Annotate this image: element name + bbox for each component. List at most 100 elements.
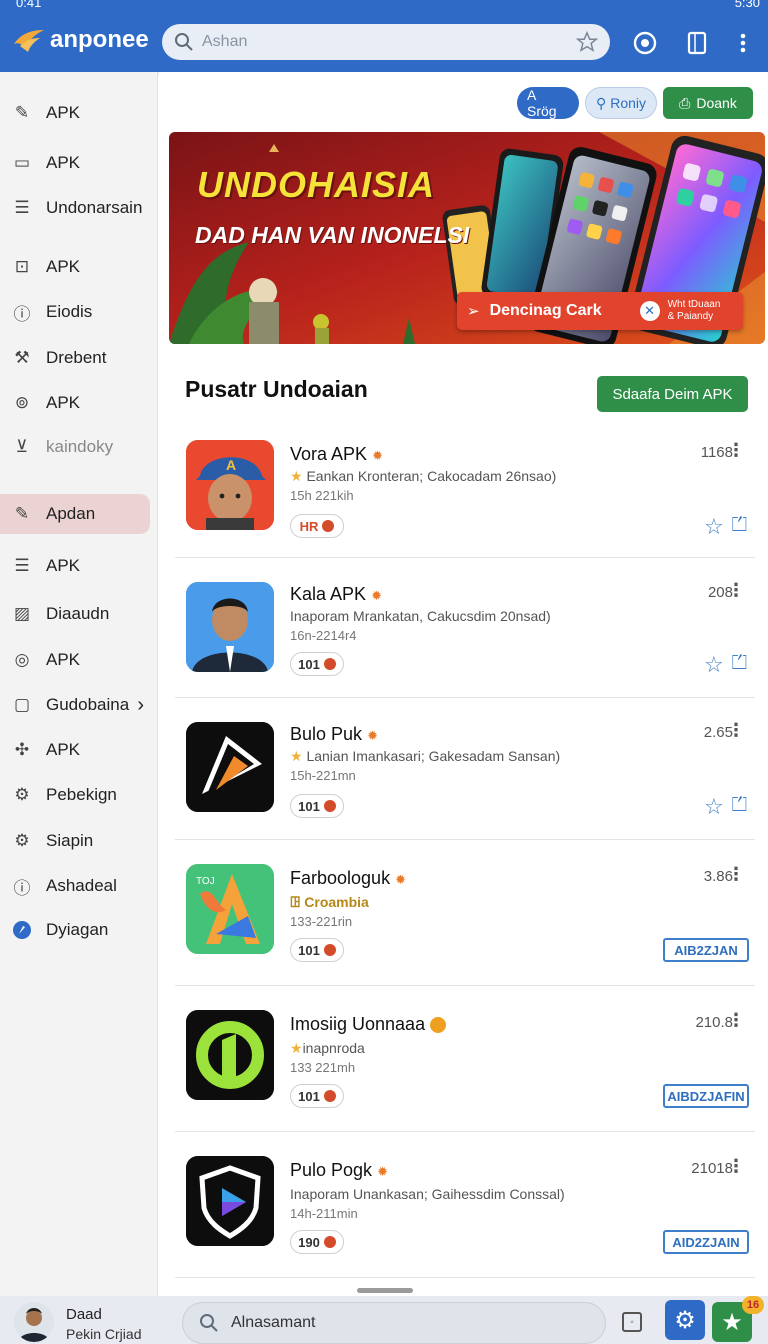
sidebar-item-apk-1[interactable]: ✎ APK (0, 93, 150, 133)
install-button[interactable]: AIBDZJAFIN (663, 1084, 749, 1108)
sidebar-item-kaindoky[interactable]: ⊻ kaindoky (0, 427, 150, 467)
search-input[interactable]: Ashan (202, 33, 576, 51)
badge-dot-icon (323, 944, 336, 956)
badge-dot-icon (323, 800, 336, 812)
app-badge-text: 101 (298, 798, 320, 814)
list-item[interactable]: Bulo Puk ✹ ★ Lanian Imankasari; Gakesada… (175, 698, 755, 840)
list-item[interactable]: Pulo Pogk ✹ Inaporam Unankasan; Gaihessd… (175, 1132, 755, 1278)
app-name: Pulo Pogk ✹ (290, 1160, 388, 1181)
list-icon: ☰ (14, 198, 30, 217)
flame-icon: ✹ (367, 728, 378, 743)
app-icon: A (186, 440, 274, 530)
settings-gear-button[interactable]: ⚙ (665, 1300, 705, 1340)
sidebar-item-apk-5[interactable]: ☰ APK (0, 546, 150, 586)
chip-roniy[interactable]: ⚲ Roniy (585, 87, 657, 119)
list-item[interactable]: Imosiig Uonnaaa ★inapnroda 133 221mh 101… (175, 986, 755, 1132)
sidebar-item-eiodis[interactable]: ⓘ Eiodis (0, 292, 150, 332)
coin-icon (430, 1017, 447, 1034)
more-vert-icon[interactable] (730, 30, 756, 56)
sidebar-item-siapin[interactable]: ⚙ Siapin (0, 821, 150, 861)
bag-icon: ⊡ (14, 257, 30, 276)
sidebar-item-diaaudn[interactable]: ▨ Diaaudn (0, 594, 150, 634)
close-circle-icon: ✕ (639, 301, 660, 321)
badge-dot-icon (323, 1236, 336, 1248)
sidebar-item-gudobaina[interactable]: ▢ Gudobaina › (0, 685, 150, 725)
sidebar-item-apdan[interactable]: ✎ Apdan (0, 494, 150, 534)
chip-download[interactable]: ⎙ Doank (663, 87, 753, 119)
more-vert-icon[interactable]: ⋮ (727, 1010, 745, 1031)
more-vert-icon[interactable]: ⋮ (727, 440, 745, 461)
banner-cta-label: Dencinag Cark (489, 302, 602, 319)
app-icon (186, 1010, 274, 1100)
calendar-icon[interactable]: ◦ (622, 1312, 642, 1332)
sidebar-item-dyiagan[interactable]: Dyiagan (0, 910, 150, 950)
tag-icon[interactable]: ⏍ (732, 652, 747, 678)
main-content: A Srög ⚲ Roniy ⎙ Doank UNDOHAISIA DAD HA… (159, 72, 768, 1296)
chip-srog[interactable]: A Srög (517, 87, 579, 119)
app-name: Farboologuk ✹ (290, 868, 406, 889)
list-item[interactable]: TOJ Farboologuk ✹ ꖸ Croambia 133-221rin … (175, 840, 755, 986)
star-outline-icon[interactable]: ☆ (704, 652, 724, 678)
app-logo[interactable]: anponee (12, 26, 149, 54)
app-date: 133-221rin (290, 914, 353, 929)
bottom-search-input[interactable]: Alnasamant (231, 1314, 316, 1332)
sidebar-item-label: Siapin (46, 831, 94, 850)
search-bar[interactable]: Ashan (162, 24, 610, 60)
download-apk-button[interactable]: Sdaafa Deim APK (597, 376, 748, 412)
list-item[interactable]: A Vora APK ✹ ★ Eankan Kronteran; Cakocad… (175, 422, 755, 558)
list-item[interactable]: Kala APK ✹ Inaporam Mrankatan, Cakucsdim… (175, 558, 755, 698)
app-badge: 101 (290, 794, 344, 818)
banner-cta-button[interactable]: ➢ Dencinag Cark ✕ Wht tDuaan & Paiandy (457, 292, 743, 330)
app-badge: 101 (290, 652, 344, 676)
more-vert-icon[interactable]: ⋮ (727, 1156, 745, 1177)
image-icon: ▨ (13, 604, 31, 623)
svg-text:A: A (226, 457, 236, 473)
more-vert-icon[interactable]: ⋮ (727, 580, 745, 601)
sidebar-item-drebent[interactable]: ⚒ Drebent (0, 338, 150, 378)
app-badge: HR (290, 514, 344, 538)
install-button[interactable]: AID2ZJAIN (663, 1230, 749, 1254)
more-vert-icon[interactable]: ⋮ (727, 864, 745, 885)
banner-side-line: & Paiandy (667, 311, 714, 322)
promo-banner[interactable]: UNDOHAISIA DAD HAN VAN INONELSI ➢ Dencin… (169, 132, 765, 344)
tablet-icon[interactable] (684, 30, 710, 56)
sidebar-item-label: APK (46, 650, 81, 669)
drag-handle[interactable] (357, 1288, 413, 1293)
install-button[interactable]: AIB2ZJAN (663, 938, 749, 962)
avatar[interactable] (14, 1302, 54, 1342)
sidebar-item-ashadeal[interactable]: ⓘ Ashadeal (0, 866, 150, 906)
app-name-text: Farboologuk (290, 868, 391, 888)
star-rating-icon: ★ (290, 748, 303, 764)
sidebar-item-apk-4[interactable]: ⊚ APK (0, 383, 150, 423)
badge-dot-icon (323, 1090, 336, 1102)
sidebar-item-label: Undonarsain (46, 198, 143, 217)
app-badge-text: HR (299, 518, 319, 534)
sidebar-item-apk-3[interactable]: ⊡ APK (0, 247, 150, 287)
folder-icon: ▢ (13, 695, 31, 714)
sidebar-item-label: Pebekign (46, 785, 117, 804)
tag-icon[interactable]: ⏍ (732, 794, 747, 820)
app-date: 15h 221kih (290, 488, 354, 503)
sidebar-item-label: APK (46, 103, 81, 122)
sidebar-item-apk-2[interactable]: ▭ APK (0, 143, 150, 183)
tag-icon[interactable]: ⏍ (732, 514, 747, 540)
app-actions: ☆ ⏍ (704, 794, 747, 820)
star-icon[interactable] (576, 31, 598, 53)
sidebar-item-apk-6[interactable]: ◎ APK (0, 640, 150, 680)
sidebar-item-apk-7[interactable]: ✣ APK (0, 730, 150, 770)
star-outline-icon[interactable]: ☆ (704, 514, 724, 540)
star-outline-icon[interactable]: ☆ (704, 794, 724, 820)
sidebar-item-pebekign[interactable]: ⚙ Pebekign (0, 775, 150, 815)
sidebar-item-label: kaindoky (46, 437, 114, 456)
app-icon (186, 722, 274, 812)
app-desc: Inaporam Unankasan; Gaihessdim Conssal) (290, 1186, 565, 1202)
sidebar-item-undonarsain[interactable]: ☰ Undonarsain (0, 188, 150, 228)
bottom-search-bar[interactable]: Alnasamant (182, 1302, 606, 1344)
chevron-right-icon: › (137, 693, 144, 716)
camera-icon[interactable] (632, 30, 658, 56)
star-rating-icon: ★ (290, 468, 303, 484)
app-name-text: Vora APK (290, 444, 368, 464)
more-vert-icon[interactable]: ⋮ (727, 720, 745, 741)
banner-title: UNDOHAISIA (197, 164, 436, 205)
app-desc: ★ Eankan Kronteran; Cakocadam 26nsao) (290, 468, 556, 485)
